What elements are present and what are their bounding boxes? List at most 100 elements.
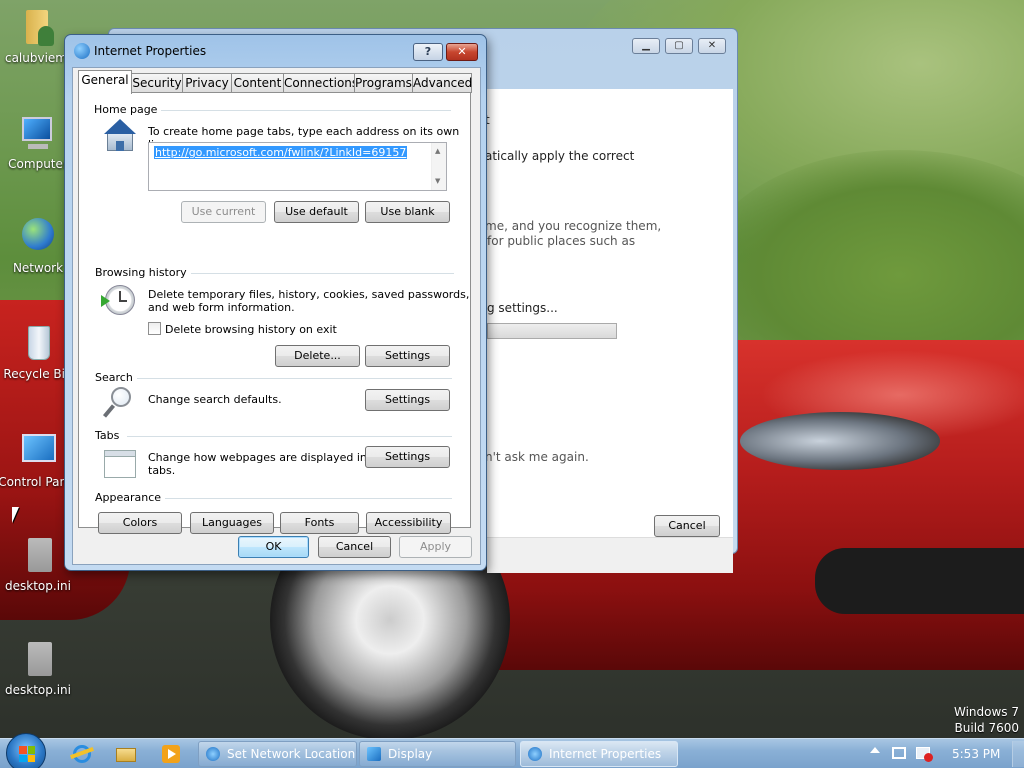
progress-bar xyxy=(487,323,617,339)
background-text: g settings... xyxy=(487,301,558,315)
watermark-line2: Build 7600 xyxy=(954,721,1019,735)
desktop-icon-label: desktop.ini xyxy=(5,683,71,697)
display-window-footer xyxy=(487,537,733,573)
internet-properties-dialog[interactable]: Internet Properties ? ✕ General Security… xyxy=(64,34,487,571)
desktop-icon-label: desktop.ini xyxy=(5,579,71,593)
explorer-folder-icon[interactable] xyxy=(114,743,138,765)
network-icon xyxy=(18,218,58,258)
fonts-button[interactable]: Fonts xyxy=(280,512,359,534)
history-settings-button[interactable]: Settings xyxy=(365,345,450,367)
group-separator xyxy=(127,436,452,437)
browsing-history-group-label: Browsing history xyxy=(95,266,191,279)
settings-file-icon xyxy=(18,640,58,680)
tab-privacy[interactable]: Privacy xyxy=(182,73,232,93)
show-hidden-icons-icon[interactable] xyxy=(870,747,880,753)
group-separator xyxy=(136,378,452,379)
home-page-group-label: Home page xyxy=(94,103,162,116)
group-separator xyxy=(177,273,454,274)
maximize-button[interactable]: ▢ xyxy=(665,38,693,54)
taskbar-item-label: Internet Properties xyxy=(549,747,662,761)
taskbar: Set Network Location Display Internet Pr… xyxy=(0,733,1024,768)
windows-logo-icon xyxy=(19,746,35,762)
media-player-icon[interactable] xyxy=(160,743,184,765)
show-desktop-button[interactable] xyxy=(1012,741,1024,767)
tab-advanced[interactable]: Advanced xyxy=(412,73,472,93)
use-current-button[interactable]: Use current xyxy=(181,201,266,223)
general-tab-panel: Home page To create home page tabs, type… xyxy=(78,92,471,534)
title-bar[interactable]: Internet Properties ? ✕ xyxy=(65,35,486,67)
close-button[interactable]: ✕ xyxy=(698,38,726,54)
taskbar-clock[interactable]: 5:53 PM xyxy=(952,747,1000,761)
start-button[interactable] xyxy=(6,733,46,768)
tab-security[interactable]: Security xyxy=(131,73,183,93)
home-page-url-field[interactable]: http://go.microsoft.com/fwlink/?LinkId=6… xyxy=(148,142,447,191)
help-button[interactable]: ? xyxy=(413,43,443,61)
use-default-button[interactable]: Use default xyxy=(274,201,359,223)
history-icon xyxy=(101,283,139,319)
taskbar-item-label: Set Network Location xyxy=(227,747,356,761)
network-error-icon xyxy=(924,753,933,762)
search-group-label: Search xyxy=(95,371,137,384)
delete-on-exit-label[interactable]: Delete browsing history on exit xyxy=(165,323,337,336)
tab-connections[interactable]: Connections xyxy=(283,73,358,93)
wallpaper-car-headlight xyxy=(740,412,940,470)
accessibility-button[interactable]: Accessibility xyxy=(366,512,451,534)
search-description: Change search defaults. xyxy=(148,393,282,406)
internet-options-icon xyxy=(74,43,90,59)
colors-button[interactable]: Colors xyxy=(98,512,182,534)
background-text: me, and you recognize them, xyxy=(485,219,662,233)
desktop-icon-desktop-ini[interactable]: desktop.ini xyxy=(0,640,78,697)
recycle-bin-icon xyxy=(18,324,58,364)
browsing-history-description-line1: Delete temporary files, history, cookies… xyxy=(148,288,470,301)
internet-explorer-icon[interactable] xyxy=(70,743,94,765)
tabs-description-line1: Change how webpages are displayed in xyxy=(148,451,367,464)
home-icon xyxy=(103,119,139,155)
background-text: atically apply the correct xyxy=(485,149,635,163)
background-text: n't ask me again. xyxy=(485,450,589,464)
home-page-url-text: http://go.microsoft.com/fwlink/?LinkId=6… xyxy=(154,146,408,159)
url-scrollbar[interactable]: ▲ ▼ xyxy=(431,143,446,190)
display-icon xyxy=(367,747,381,761)
wallpaper-car-grille xyxy=(815,548,1024,614)
taskbar-item-label: Display xyxy=(388,747,433,761)
close-button[interactable]: ✕ xyxy=(446,43,478,61)
scroll-up-icon[interactable]: ▲ xyxy=(435,147,440,155)
computer-icon xyxy=(18,114,58,154)
tab-general[interactable]: General xyxy=(78,70,132,94)
ok-button[interactable]: OK xyxy=(238,536,309,558)
cancel-button[interactable]: Cancel xyxy=(318,536,391,558)
mouse-cursor-icon xyxy=(12,507,19,523)
apply-button[interactable]: Apply xyxy=(399,536,472,558)
background-text: for public places such as xyxy=(487,234,636,248)
windows-watermark: Windows 7 Build 7600 xyxy=(954,704,1019,736)
browsing-history-description-line2: and web form information. xyxy=(148,301,295,314)
tab-content[interactable]: Content xyxy=(231,73,284,93)
taskbar-item-set-network-location[interactable]: Set Network Location xyxy=(198,741,357,767)
tab-programs[interactable]: Programs xyxy=(354,73,413,93)
cancel-button[interactable]: Cancel xyxy=(654,515,720,537)
appearance-group-label: Appearance xyxy=(95,491,166,504)
watermark-line1: Windows 7 xyxy=(953,705,1019,719)
group-separator xyxy=(153,110,451,111)
minimize-button[interactable]: ▁ xyxy=(632,38,660,54)
action-center-icon[interactable] xyxy=(892,747,906,759)
tabs-description-line2: tabs. xyxy=(148,464,176,477)
languages-button[interactable]: Languages xyxy=(190,512,274,534)
group-separator xyxy=(162,498,452,499)
internet-options-icon xyxy=(528,747,542,761)
network-location-icon xyxy=(206,747,220,761)
search-settings-button[interactable]: Settings xyxy=(365,389,450,411)
user-folder-icon xyxy=(16,8,56,48)
use-blank-button[interactable]: Use blank xyxy=(365,201,450,223)
taskbar-item-display[interactable]: Display xyxy=(359,741,516,767)
delete-history-button[interactable]: Delete... xyxy=(275,345,360,367)
tabs-group-label: Tabs xyxy=(95,429,124,442)
tabs-settings-button[interactable]: Settings xyxy=(365,446,450,468)
taskbar-item-internet-properties[interactable]: Internet Properties xyxy=(520,741,678,767)
control-panel-icon xyxy=(18,432,58,472)
delete-on-exit-checkbox[interactable] xyxy=(148,322,161,335)
dialog-title: Internet Properties xyxy=(94,44,207,58)
tabs-icon xyxy=(103,446,139,482)
scroll-down-icon[interactable]: ▼ xyxy=(435,177,440,185)
settings-file-icon xyxy=(18,536,58,576)
